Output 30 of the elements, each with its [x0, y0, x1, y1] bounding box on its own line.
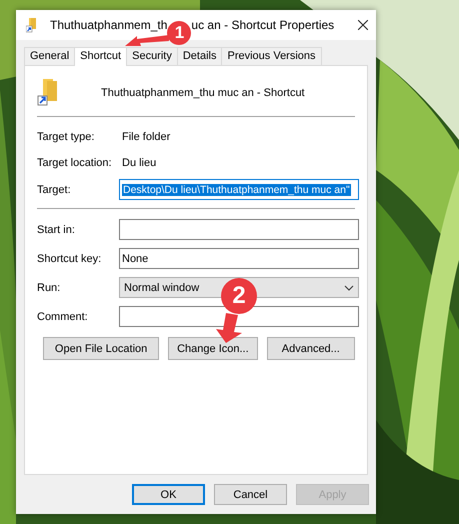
callout-arrow — [125, 35, 170, 46]
field-label: Target type: — [37, 131, 96, 143]
window-title: uc an - Shortcut Properties — [191, 18, 334, 32]
dialog-button[interactable]: Cancel — [214, 484, 287, 505]
field-label: Shortcut key: — [37, 252, 102, 264]
field-label: Run: — [37, 282, 62, 294]
input-field[interactable] — [119, 306, 359, 327]
dropdown-value: Normal window — [124, 282, 200, 294]
tab[interactable]: General — [24, 47, 76, 65]
field-value: File folder — [121, 130, 172, 145]
action-button[interactable]: Advanced... — [266, 337, 355, 360]
input-field[interactable]: None — [119, 248, 359, 269]
tab[interactable]: Shortcut — [74, 47, 128, 66]
input-field[interactable] — [119, 219, 359, 240]
tab[interactable]: Previous Versions — [221, 47, 322, 65]
action-button[interactable]: Open File Location — [43, 337, 160, 360]
field-value: Du lieu — [121, 156, 158, 171]
window-title: Thuthuatphanmem_th — [50, 18, 168, 32]
callout-arrow — [216, 313, 242, 343]
close-icon[interactable] — [358, 20, 368, 30]
field-label: Comment: — [37, 310, 89, 322]
shortcut-name: Thuthuatphanmem_thu muc an - Shortcut — [101, 87, 305, 99]
field-label: Start in: — [37, 224, 76, 236]
field-label: Target location: — [37, 157, 113, 169]
input-field[interactable]: Desktop\Du lieu\Thuthuatphanmem_thu muc an" — [119, 179, 359, 200]
action-button[interactable]: Change Icon... — [168, 337, 258, 360]
dialog-button[interactable]: OK — [132, 484, 205, 505]
chevron-down-icon — [344, 284, 354, 290]
field-label: Target: — [37, 184, 72, 196]
step-badge: 1 — [167, 21, 192, 45]
